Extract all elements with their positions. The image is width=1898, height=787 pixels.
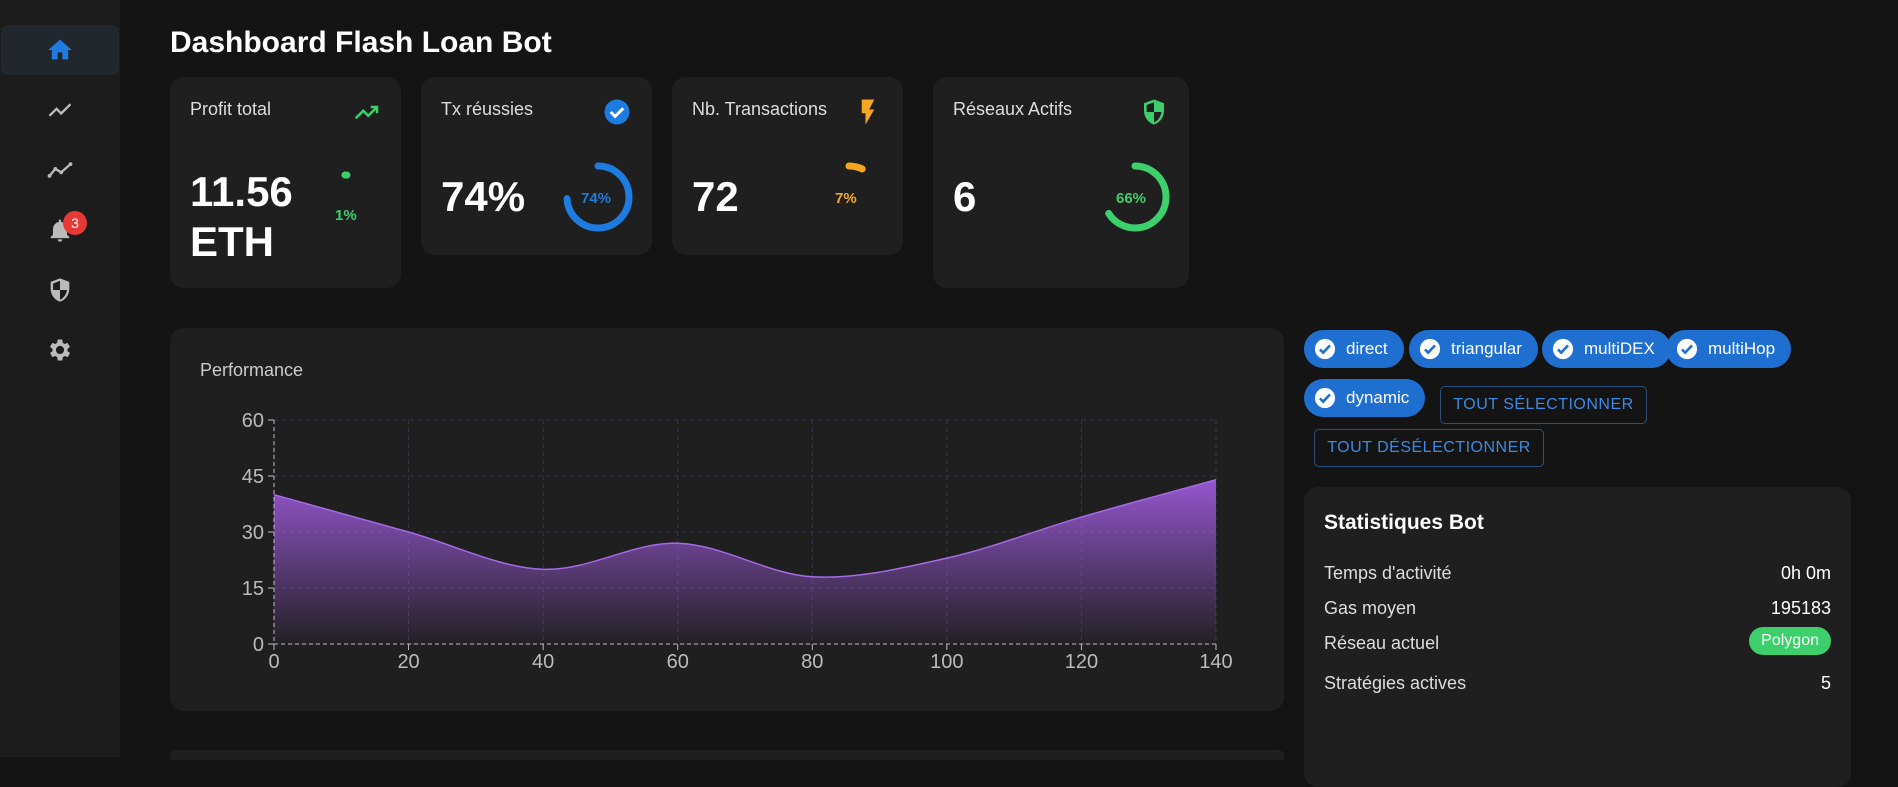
check-circle-icon [1676, 338, 1698, 360]
sidebar-item-settings[interactable] [0, 325, 120, 375]
profit-amount: 11.56 [190, 168, 293, 215]
y-tick-label: 0 [253, 634, 264, 656]
x-tick-label: 60 [667, 651, 689, 673]
sidebar-item-analytics[interactable] [0, 85, 120, 135]
chip-multidex[interactable]: multiDEX [1542, 330, 1671, 368]
sidebar-item-security[interactable] [0, 265, 120, 315]
security-icon [50, 278, 70, 302]
bottom-card [170, 750, 1284, 760]
timeline-icon [47, 162, 73, 178]
x-tick-label: 100 [930, 651, 963, 673]
transactions-card: Nb. Transactions 72 7% [672, 77, 903, 255]
sidebar-item-timeline[interactable] [0, 145, 120, 195]
profit-label: Profit total [190, 99, 272, 119]
home-icon [48, 39, 72, 60]
sidebar-item-notifications[interactable]: 3 [0, 205, 120, 255]
profit-value: 11.56 ETH [190, 167, 293, 267]
stat-label: Réseau actuel [1324, 633, 1440, 653]
stat-label: Gas moyen [1324, 598, 1417, 618]
page-title: Dashboard Flash Loan Bot [170, 26, 552, 59]
performance-card: Performance 0 15 30 45 60 0 20 40 60 80 100 120 140 [170, 328, 1284, 711]
success-ring-text: 74% [581, 190, 612, 207]
stat-value: 0h 0m [1780, 563, 1831, 583]
success-label: Tx réussies [441, 99, 534, 119]
chip-direct[interactable]: direct [1304, 330, 1404, 368]
notification-badge: 3 [63, 211, 87, 235]
x-tick-label: 140 [1199, 651, 1232, 673]
gear-icon [49, 339, 71, 361]
profit-ring [312, 171, 378, 237]
stat-network: Réseau actuel Polygon [1324, 627, 1831, 661]
x-tick-label: 40 [532, 651, 554, 673]
y-tick-label: 60 [242, 410, 264, 432]
series-area [274, 479, 1216, 644]
chip-label: triangular [1451, 339, 1522, 358]
chip-label: multiHop [1708, 339, 1776, 358]
check-circle-icon [1419, 338, 1441, 360]
profit-unit: ETH [190, 218, 274, 265]
x-tick-label: 120 [1065, 651, 1098, 673]
performance-chart: 0 15 30 45 60 0 20 40 60 80 100 120 140 [242, 410, 1233, 673]
chip-label: dynamic [1346, 388, 1410, 407]
y-tick-label: 30 [242, 522, 264, 544]
stat-value: 5 [1820, 673, 1831, 693]
chip-triangular[interactable]: triangular [1409, 330, 1538, 368]
bot-stats-card: Statistiques Bot Temps d'activité 0h 0m … [1304, 487, 1851, 787]
select-all-button[interactable]: TOUT SÉLECTIONNER [1440, 386, 1647, 424]
y-tick-label: 45 [242, 466, 264, 488]
stat-uptime: Temps d'activité 0h 0m [1324, 563, 1831, 591]
chip-label: multiDEX [1584, 339, 1655, 358]
x-tick-label: 20 [397, 651, 419, 673]
transactions-label: Nb. Transactions [692, 99, 828, 119]
success-card: Tx réussies 74% 74% [421, 77, 652, 255]
stats-title: Statistiques Bot [1324, 511, 1484, 534]
networks-value: 6 [953, 173, 977, 220]
check-circle-icon [1314, 387, 1336, 409]
transactions-ring-text: 7% [835, 190, 857, 207]
network-badge: Polygon [1749, 627, 1831, 655]
stat-gas: Gas moyen 195183 [1324, 598, 1831, 626]
chip-multihop[interactable]: multiHop [1666, 330, 1792, 368]
stat-label: Stratégies actives [1324, 673, 1467, 693]
success-value: 74% [441, 173, 526, 220]
networks-label: Réseaux Actifs [953, 99, 1073, 119]
chip-dynamic[interactable]: dynamic [1304, 379, 1426, 417]
trending-up-icon [48, 103, 72, 117]
x-tick-label: 0 [268, 651, 279, 673]
check-circle-icon [1552, 338, 1574, 360]
check-circle-icon [604, 99, 630, 125]
shield-icon [1144, 99, 1164, 125]
sidebar-item-home[interactable] [1, 25, 119, 75]
networks-card: Réseaux Actifs 6 66% [933, 77, 1189, 288]
sidebar: 3 [0, 0, 120, 757]
trending-up-icon [354, 105, 379, 120]
profit-card: Profit total 11.56 ETH 1% [170, 77, 401, 288]
chip-label: direct [1346, 339, 1388, 358]
check-circle-icon [1314, 338, 1336, 360]
bolt-icon [861, 99, 875, 125]
y-tick-label: 15 [242, 578, 264, 600]
transactions-value: 72 [692, 173, 739, 220]
networks-ring-text: 66% [1116, 190, 1147, 207]
x-tick-label: 80 [801, 651, 823, 673]
stat-label: Temps d'activité [1324, 563, 1452, 583]
stat-strategies: Stratégies actives 5 [1324, 673, 1831, 701]
stat-value: 195183 [1770, 598, 1831, 618]
deselect-all-button[interactable]: TOUT DÉSÉLECTIONNER [1314, 429, 1544, 467]
profit-ring-text: 1% [335, 207, 357, 224]
